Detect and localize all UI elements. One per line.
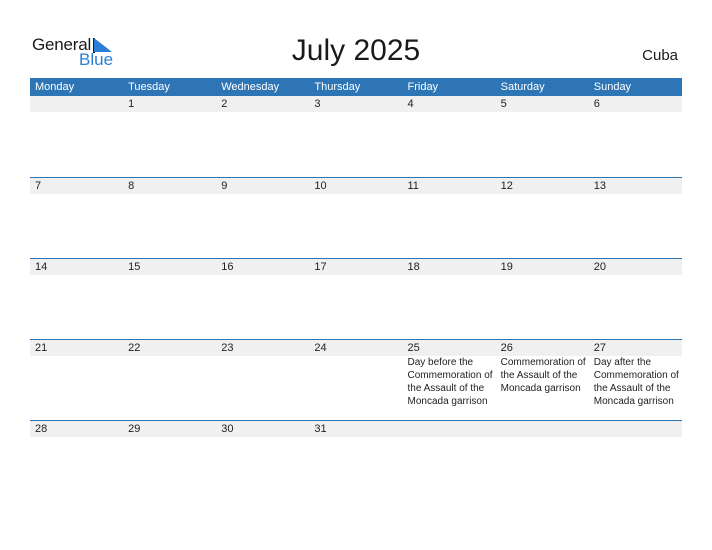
day-number: 28 (35, 423, 48, 435)
date-strip: 14 15 16 17 18 19 20 (30, 259, 682, 275)
day-number: 19 (500, 261, 513, 273)
day-number: 6 (593, 98, 600, 110)
day-number (403, 421, 496, 437)
day-number (589, 421, 682, 437)
country-label: Cuba (642, 47, 678, 64)
day-number: 9 (221, 180, 228, 192)
day-number: 13 (593, 180, 606, 192)
day-number: 26 (500, 342, 513, 354)
weekday-sunday: Sunday (593, 81, 632, 93)
week-row: 1 2 3 4 5 6 (30, 96, 682, 112)
holiday-event (216, 356, 309, 408)
weekday-header: Monday Tuesday Wednesday Thursday Friday… (30, 78, 682, 96)
weekday-tuesday: Tuesday (128, 81, 170, 93)
day-number: 22 (128, 342, 141, 354)
date-strip: 21 22 23 24 25 26 27 (30, 340, 682, 356)
day-number: 8 (128, 180, 135, 192)
calendar-grid: Monday Tuesday Wednesday Thursday Friday… (30, 78, 682, 437)
week-row: 14 15 16 17 18 19 20 (30, 258, 682, 275)
weekday-thursday: Thursday (314, 81, 361, 93)
weekday-monday: Monday (35, 81, 75, 93)
day-number: 3 (314, 98, 321, 110)
weekday-friday: Friday (407, 81, 439, 93)
holiday-event: Day before the Commemoration of the Assa… (407, 357, 493, 407)
day-number: 30 (221, 423, 234, 435)
day-number: 29 (128, 423, 141, 435)
date-strip: 1 2 3 4 5 6 (30, 96, 682, 112)
day-number: 11 (407, 180, 419, 192)
day-number: 21 (35, 342, 48, 354)
day-number: 5 (500, 98, 507, 110)
week-row: 28 29 30 31 (30, 420, 682, 437)
day-number: 1 (128, 98, 135, 110)
day-number: 25 (407, 342, 420, 354)
day-number: 12 (500, 180, 513, 192)
day-number: 20 (593, 261, 606, 273)
week-row: 21 22 23 24 25 26 27 Day before the Commemorati… (30, 339, 682, 408)
events-strip: Day before the Commemoration of the Assa… (30, 356, 682, 408)
holiday-event: Commemoration of the Assault of the Monc… (500, 357, 586, 394)
day-number (30, 96, 123, 112)
day-number (496, 421, 589, 437)
week-row: 7 8 9 10 11 12 13 (30, 177, 682, 194)
day-number: 14 (35, 261, 48, 273)
day-number: 2 (221, 98, 228, 110)
day-number: 31 (314, 423, 327, 435)
day-number: 7 (35, 180, 42, 192)
holiday-event (123, 356, 216, 408)
holiday-event: Day after the Commemoration of the Assau… (593, 357, 679, 407)
holiday-event (309, 356, 402, 408)
holiday-event (30, 356, 123, 408)
weekday-saturday: Saturday (500, 81, 545, 93)
day-number: 24 (314, 342, 327, 354)
day-number: 15 (128, 261, 141, 273)
day-number: 18 (407, 261, 420, 273)
date-strip: 28 29 30 31 (30, 421, 682, 437)
day-number: 4 (407, 98, 414, 110)
day-number: 17 (314, 261, 327, 273)
day-number: 10 (314, 180, 327, 192)
date-strip: 7 8 9 10 11 12 13 (30, 178, 682, 194)
weekday-wednesday: Wednesday (221, 81, 280, 93)
day-number: 16 (221, 261, 234, 273)
day-number: 27 (593, 342, 606, 354)
day-number: 23 (221, 342, 234, 354)
calendar-title: July 2025 (291, 34, 421, 67)
